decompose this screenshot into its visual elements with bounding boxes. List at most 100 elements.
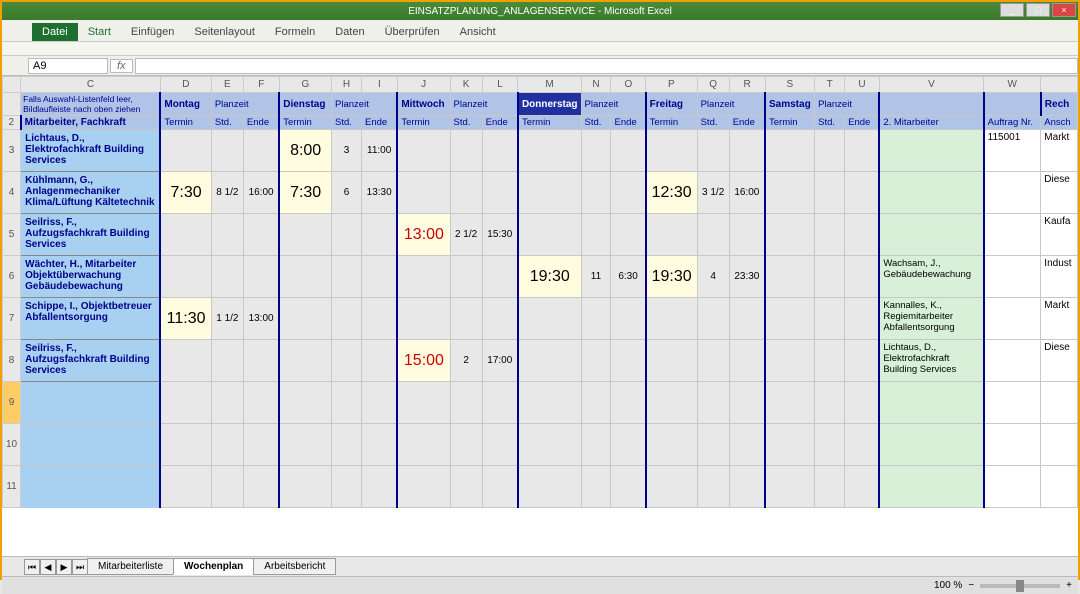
std-cell[interactable] bbox=[581, 214, 611, 256]
std-cell[interactable] bbox=[815, 340, 845, 382]
sheet-tab-wochenplan[interactable]: Wochenplan bbox=[173, 558, 254, 575]
col-F[interactable]: F bbox=[243, 77, 279, 93]
cell[interactable] bbox=[765, 382, 815, 424]
cell[interactable] bbox=[279, 466, 331, 508]
col-D[interactable]: D bbox=[160, 77, 211, 93]
ende-cell[interactable] bbox=[845, 172, 880, 214]
std-cell[interactable] bbox=[581, 298, 611, 340]
cell[interactable] bbox=[243, 424, 279, 466]
termin-cell[interactable] bbox=[765, 298, 815, 340]
col-H[interactable]: H bbox=[332, 77, 362, 93]
cell[interactable] bbox=[1041, 382, 1078, 424]
cell[interactable] bbox=[482, 382, 518, 424]
cell[interactable] bbox=[984, 382, 1041, 424]
hdr-termin[interactable]: Termin bbox=[765, 116, 815, 130]
day-dienstag[interactable]: Dienstag bbox=[279, 93, 331, 116]
ansch-cell[interactable]: Indust bbox=[1041, 256, 1078, 298]
termin-cell[interactable]: 7:30 bbox=[160, 172, 211, 214]
termin-cell[interactable] bbox=[279, 298, 331, 340]
termin-cell[interactable]: 8:00 bbox=[279, 130, 331, 172]
cell[interactable] bbox=[879, 382, 983, 424]
ende-cell[interactable] bbox=[611, 214, 646, 256]
std-cell[interactable] bbox=[815, 256, 845, 298]
termin-cell[interactable] bbox=[160, 340, 211, 382]
cell[interactable] bbox=[160, 466, 211, 508]
termin-cell[interactable]: 11:30 bbox=[160, 298, 211, 340]
cell[interactable] bbox=[362, 424, 398, 466]
cell[interactable] bbox=[697, 466, 729, 508]
ribbon-tab-ueberpruefen[interactable]: Überprüfen bbox=[375, 23, 450, 41]
std-cell[interactable]: 2 1/2 bbox=[450, 214, 482, 256]
std-cell[interactable] bbox=[211, 214, 243, 256]
data-row[interactable]: 3Lichtaus, D., Elektrofachkraft Building… bbox=[3, 130, 1078, 172]
cell[interactable] bbox=[697, 382, 729, 424]
row-header[interactable]: 4 bbox=[3, 172, 21, 214]
cell[interactable] bbox=[332, 424, 362, 466]
cell[interactable] bbox=[160, 424, 211, 466]
hdr-auftrag-top[interactable] bbox=[984, 93, 1041, 116]
termin-cell[interactable] bbox=[279, 256, 331, 298]
std-cell[interactable] bbox=[697, 214, 729, 256]
cell[interactable] bbox=[332, 382, 362, 424]
termin-cell[interactable] bbox=[518, 130, 581, 172]
row-10[interactable]: 10 bbox=[3, 424, 21, 466]
ende-cell[interactable] bbox=[243, 130, 279, 172]
cell[interactable] bbox=[482, 424, 518, 466]
hdr-termin[interactable]: Termin bbox=[518, 116, 581, 130]
ansch-cell[interactable]: Diese bbox=[1041, 172, 1078, 214]
empty-row[interactable]: 10 bbox=[3, 424, 1078, 466]
row-header[interactable]: 3 bbox=[3, 130, 21, 172]
employee-cell[interactable]: Wächter, H., Mitarbeiter Objektüberwachu… bbox=[21, 256, 161, 298]
std-cell[interactable] bbox=[697, 298, 729, 340]
cell[interactable] bbox=[243, 382, 279, 424]
sheet-tab-arbeitsbericht[interactable]: Arbeitsbericht bbox=[253, 558, 336, 575]
col-R[interactable]: R bbox=[729, 77, 765, 93]
hdr-ende[interactable]: Ende bbox=[482, 116, 518, 130]
row-header[interactable] bbox=[3, 93, 21, 116]
col-N[interactable]: N bbox=[581, 77, 611, 93]
hdr-std[interactable]: Std. bbox=[450, 116, 482, 130]
hdr-ende[interactable]: Ende bbox=[243, 116, 279, 130]
col-S[interactable]: S bbox=[765, 77, 815, 93]
ribbon-tab-daten[interactable]: Daten bbox=[325, 23, 374, 41]
col-G[interactable]: G bbox=[279, 77, 331, 93]
hdr-ende[interactable]: Ende bbox=[729, 116, 765, 130]
ansch-cell[interactable]: Markt bbox=[1041, 130, 1078, 172]
ende-cell[interactable] bbox=[362, 340, 398, 382]
col-Q[interactable]: Q bbox=[697, 77, 729, 93]
col-I[interactable]: I bbox=[362, 77, 398, 93]
cell[interactable] bbox=[21, 424, 161, 466]
hdr-rech[interactable]: Rech bbox=[1041, 93, 1078, 116]
sheet-nav-next[interactable]: ▶ bbox=[56, 559, 72, 575]
row-2[interactable]: 2 bbox=[3, 116, 21, 130]
termin-cell[interactable] bbox=[279, 214, 331, 256]
auftrag-cell[interactable] bbox=[984, 256, 1041, 298]
col-L[interactable]: L bbox=[482, 77, 518, 93]
termin-cell[interactable] bbox=[646, 340, 697, 382]
col-J[interactable]: J bbox=[397, 77, 450, 93]
termin-cell[interactable] bbox=[765, 256, 815, 298]
ende-cell[interactable]: 16:00 bbox=[729, 172, 765, 214]
day-donnerstag[interactable]: Donnerstag bbox=[518, 93, 581, 116]
cell[interactable] bbox=[397, 466, 450, 508]
ribbon-tab-einfuegen[interactable]: Einfügen bbox=[121, 23, 184, 41]
termin-cell[interactable] bbox=[160, 130, 211, 172]
col-T[interactable]: T bbox=[815, 77, 845, 93]
mitarbeiter2-cell[interactable]: Kannalles, K., Regiemitarbeiter Abfallen… bbox=[879, 298, 983, 340]
cell[interactable] bbox=[450, 424, 482, 466]
data-row[interactable]: 4Kühlmann, G., Anlagenmechaniker Klima/L… bbox=[3, 172, 1078, 214]
zoom-slider[interactable] bbox=[980, 584, 1060, 588]
day-montag[interactable]: Montag bbox=[160, 93, 211, 116]
cell[interactable] bbox=[518, 466, 581, 508]
fx-icon[interactable]: fx bbox=[110, 59, 133, 73]
col-E[interactable]: E bbox=[211, 77, 243, 93]
cell[interactable] bbox=[646, 466, 697, 508]
ende-cell[interactable] bbox=[611, 130, 646, 172]
note-cell[interactable]: Falls Auswahl-Listenfeld leer, Bildlaufl… bbox=[21, 93, 161, 116]
ansch-cell[interactable]: Markt bbox=[1041, 298, 1078, 340]
ende-cell[interactable] bbox=[611, 340, 646, 382]
sheet-nav-first[interactable]: ⏮ bbox=[24, 559, 40, 575]
cell[interactable] bbox=[279, 382, 331, 424]
auftrag-cell[interactable]: 115001 bbox=[984, 130, 1041, 172]
mitarbeiter2-cell[interactable] bbox=[879, 172, 983, 214]
